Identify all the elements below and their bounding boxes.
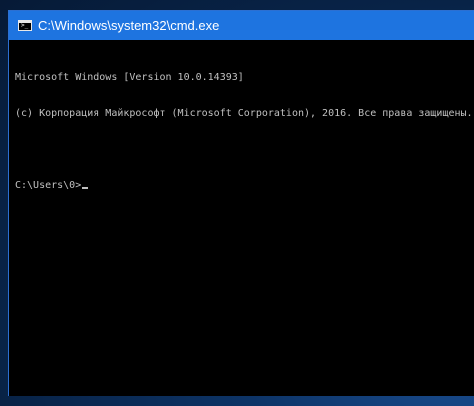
text-cursor (82, 187, 89, 189)
cmd-console-icon[interactable]: >_ (18, 20, 32, 31)
console-line-copyright: (c) Корпорация Майкрософт (Microsoft Cor… (15, 108, 473, 119)
title-bar[interactable]: >_ C:\Windows\system32\cmd.exe (9, 11, 474, 40)
console-prompt-line[interactable]: C:\Users\0> (15, 180, 474, 192)
cmd-window[interactable]: >_ C:\Windows\system32\cmd.exe Microsoft… (8, 10, 474, 396)
console-output[interactable]: Microsoft Windows [Version 10.0.14393] (… (15, 48, 474, 396)
command-prompt: C:\Users\0> (15, 180, 82, 191)
console-line-version: Microsoft Windows [Version 10.0.14393] (15, 72, 244, 83)
window-title: C:\Windows\system32\cmd.exe (38, 18, 220, 33)
